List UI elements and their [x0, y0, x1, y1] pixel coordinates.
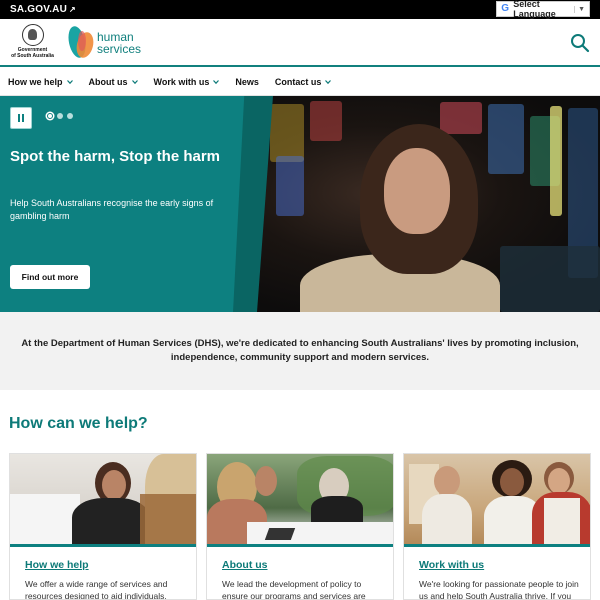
- nav-item-label: Contact us: [274, 77, 322, 87]
- nav-item-news[interactable]: News: [235, 77, 259, 87]
- nav-item-contact-us[interactable]: Contact us: [275, 77, 332, 87]
- nav-item-label: How we help: [8, 77, 63, 87]
- nav-item-about-us[interactable]: About us: [89, 77, 138, 87]
- crest-icon: [21, 24, 44, 46]
- main-nav: How we help About us Work with us News C…: [0, 69, 600, 96]
- nav-item-work-with-us[interactable]: Work with us: [154, 77, 220, 87]
- card-title[interactable]: How we help: [25, 559, 89, 571]
- nav-item-label: News: [235, 77, 259, 87]
- search-icon[interactable]: [570, 33, 590, 53]
- brand-wordmark[interactable]: human services: [97, 31, 141, 55]
- human-services-logo-icon[interactable]: [66, 24, 96, 60]
- intro-section: At the Department of Human Services (DHS…: [0, 312, 600, 390]
- carousel-dot-2[interactable]: [57, 113, 63, 119]
- crest-caption-line2: of South Australia: [11, 52, 54, 59]
- pause-button[interactable]: [10, 107, 32, 129]
- card-description: We're looking for passionate people to j…: [419, 579, 579, 600]
- carousel-dot-1[interactable]: [47, 113, 53, 119]
- find-out-more-button[interactable]: Find out more: [10, 265, 90, 289]
- dropdown-arrow-icon: ▼: [574, 5, 585, 13]
- help-section-title: How can we help?: [9, 415, 148, 432]
- card-description: We lead the development of policy to ens…: [222, 579, 366, 600]
- card-about-us[interactable]: About us We lead the development of poli…: [206, 453, 394, 600]
- hero-person-face: [384, 148, 450, 234]
- card-work-with-us[interactable]: Work with us We're looking for passionat…: [403, 453, 591, 600]
- card-description: We offer a wide range of services and re…: [25, 579, 168, 600]
- government-sa-logo[interactable]: Government of South Australia: [10, 24, 55, 64]
- help-cards: How we help We offer a wide range of ser…: [9, 453, 592, 600]
- language-select-label: Select Language: [513, 0, 556, 19]
- carousel-dot-3[interactable]: [67, 113, 73, 119]
- hero-subtitle: Help South Australians recognise the ear…: [10, 198, 214, 221]
- sa-gov-link[interactable]: SA.GOV.AU ↗: [10, 4, 76, 15]
- top-bar: SA.GOV.AU ↗ G Select Language ▼: [0, 0, 600, 19]
- card-how-we-help[interactable]: How we help We offer a wide range of ser…: [9, 453, 197, 600]
- card-image: [10, 454, 196, 547]
- brand-line2: services: [97, 42, 142, 56]
- nav-item-label: Work with us: [153, 77, 210, 87]
- hero-title: Spot the harm, Stop the harm: [10, 148, 221, 165]
- card-image: [207, 454, 393, 547]
- language-select[interactable]: G Select Language ▼: [496, 0, 590, 19]
- pause-icon-bar: [22, 114, 24, 122]
- nav-item-label: About us: [88, 77, 128, 87]
- card-title[interactable]: About us: [222, 559, 268, 571]
- chevron-down-icon: [325, 80, 332, 85]
- chevron-down-icon: [66, 80, 73, 85]
- site-header: Government of South Australia human serv…: [0, 19, 600, 67]
- intro-text: At the Department of Human Services (DHS…: [21, 338, 579, 363]
- chevron-down-icon: [213, 80, 220, 85]
- pause-icon-bar: [18, 114, 20, 122]
- card-title[interactable]: Work with us: [419, 559, 484, 571]
- hero-carousel: Spot the harm, Stop the harm Help South …: [0, 96, 600, 312]
- nav-item-how-we-help[interactable]: How we help: [8, 77, 73, 87]
- carousel-dots: [47, 113, 73, 119]
- external-link-icon: ↗: [69, 5, 76, 14]
- card-image: [404, 454, 590, 547]
- google-translate-icon: G: [501, 3, 509, 14]
- chevron-down-icon: [131, 80, 138, 85]
- sa-gov-label: SA.GOV.AU: [10, 4, 68, 15]
